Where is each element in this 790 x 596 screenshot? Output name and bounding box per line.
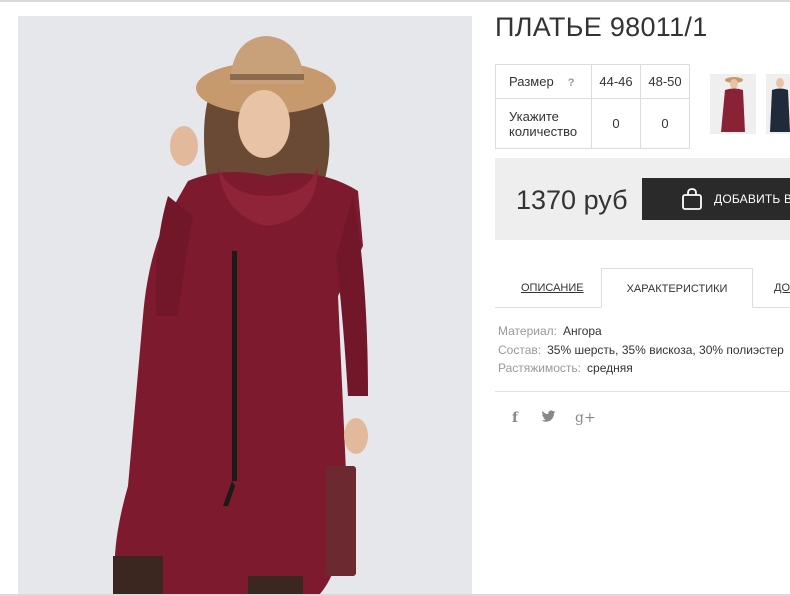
product-price: 1370 руб xyxy=(516,185,628,215)
characteristic-key: Растяжимость: xyxy=(498,361,582,375)
size-option: 48-50 xyxy=(640,64,690,99)
thumbnail-image xyxy=(710,74,756,134)
price-box: 1370 руб ДОБАВИТЬ В ЗАКАЗ xyxy=(495,158,790,240)
characteristic-key: Состав: xyxy=(498,342,542,357)
twitter-icon[interactable] xyxy=(541,410,556,426)
characteristic-value: 35% шерсть, 35% вискоза, 30% полиэстер xyxy=(547,342,784,357)
size-help-icon[interactable]: ? xyxy=(568,77,575,89)
facebook-icon[interactable]: f xyxy=(512,410,518,426)
characteristic-value: средняя xyxy=(587,361,633,375)
size-label: Размер xyxy=(509,74,554,89)
characteristic-value: Ангора xyxy=(562,324,602,338)
product-title: ПЛАТЬЕ 98011/1 xyxy=(495,12,708,42)
shopping-bag-icon xyxy=(682,188,702,210)
size-row: Размер? 44-46 48-50 xyxy=(495,64,690,99)
tab-more[interactable]: ДО xyxy=(774,268,790,308)
tab-description[interactable]: ОПИСАНИЕ xyxy=(521,268,584,308)
quantity-label-cell: Укажите количество xyxy=(495,98,592,149)
product-main-image[interactable] xyxy=(18,16,472,596)
quantity-label-line2: количество xyxy=(509,123,578,139)
product-thumbnail[interactable] xyxy=(766,74,790,134)
quantity-row: Укажите количество 0 0 xyxy=(495,98,690,149)
thumbnail-image xyxy=(766,74,790,134)
quantity-label-line1: Укажите xyxy=(509,108,559,124)
quantity-input[interactable]: 0 xyxy=(640,98,690,149)
characteristics-list: Материал: Ангора Состав: 35% шерсть, 35% в… xyxy=(498,322,784,378)
dress-illustration xyxy=(18,16,472,596)
googleplus-icon[interactable]: g+ xyxy=(575,410,596,426)
size-label-cell: Размер? xyxy=(495,64,592,99)
tab-characteristics[interactable]: ХАРАКТЕРИСТИКИ xyxy=(601,268,753,308)
size-option: 44-46 xyxy=(591,64,641,99)
characteristic-key: Материал: xyxy=(498,324,557,338)
top-divider xyxy=(0,0,790,2)
characteristic-row: Материал: Ангора xyxy=(498,322,784,341)
add-to-cart-label: ДОБАВИТЬ В ЗАКАЗ xyxy=(714,192,790,206)
quantity-input[interactable]: 0 xyxy=(591,98,641,149)
characteristic-row: Состав: 35% шерсть, 35% вискоза, 30% поли… xyxy=(498,341,784,360)
product-thumbnail[interactable] xyxy=(710,74,756,134)
section-divider xyxy=(495,391,790,392)
add-to-cart-button[interactable]: ДОБАВИТЬ В ЗАКАЗ xyxy=(642,178,790,220)
characteristic-row: Растяжимость: средняя xyxy=(498,359,784,378)
size-quantity-table: Размер? 44-46 48-50 Укажите количество 0… xyxy=(495,64,690,149)
